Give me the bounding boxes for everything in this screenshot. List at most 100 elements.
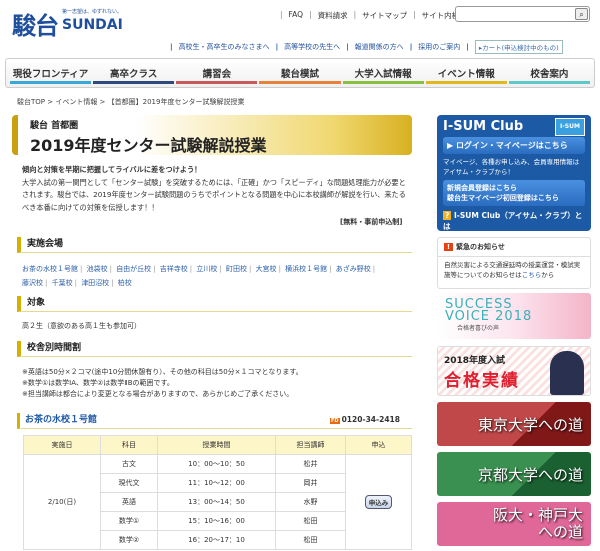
banner-text: 東京大学への道: [477, 415, 583, 434]
venue-link[interactable]: 津田沼校: [81, 279, 109, 287]
banner-text: 合格実績: [444, 371, 520, 391]
tagline: 第一志望は、ゆずれない。: [62, 9, 123, 15]
venue-link[interactable]: 千葉校: [52, 279, 73, 287]
venue-link[interactable]: 藤沢校: [22, 279, 43, 287]
breadcrumb[interactable]: 駿台TOP > イベント情報 > 【首都圏】2019年度センター試験解説授業: [17, 97, 244, 107]
venue-link[interactable]: 吉祥寺校: [160, 265, 188, 273]
time: 13：00～14：50: [157, 492, 276, 512]
col-header: 実施日: [23, 435, 101, 455]
note: ※数学①は数学ⅠA、数学②は数学ⅡBの範囲です。: [22, 379, 174, 387]
nav-label: 講習会: [202, 69, 232, 80]
login-label: ログイン・マイページはこちら: [455, 141, 568, 150]
isum-about-link[interactable]: ? I-SUM Club（アイサム・クラブ）とは: [443, 210, 585, 232]
search-input[interactable]: ⌕: [455, 6, 590, 22]
search-icon[interactable]: ⌕: [575, 8, 588, 20]
isum-club-panel: I-SUM Club I-SUM ▶ ログイン・マイページはこちら マイページ、…: [437, 115, 591, 231]
notice-title: 緊急のお知らせ: [456, 243, 505, 251]
target-text: 高２生（意欲のある高１生も参加可）: [22, 322, 141, 330]
register-button[interactable]: 新規会員登録はこちら 駿台生マイページ初回登録はこちら: [443, 180, 585, 206]
teacher: 水野: [275, 492, 346, 512]
venue-link[interactable]: 池袋校: [87, 265, 108, 273]
intro: 傾向と対策を早期に把握してライバルに差をつけよう！ 大学入試の第一関門として「セ…: [22, 164, 412, 214]
venue-link[interactable]: 自由が丘校: [116, 265, 151, 273]
link-request[interactable]: 資料請求: [318, 10, 348, 21]
timetable: 実施日 科目 授業時間 担当講師 申込 2/10(日) 古文 10：00～10：…: [23, 435, 412, 550]
subject: 古文: [100, 454, 158, 474]
logo[interactable]: 駿台: [12, 6, 59, 41]
apply-cell: 申込み: [345, 454, 412, 550]
time: 16：20～17：10: [157, 530, 276, 550]
nav-underline: [176, 81, 258, 84]
col-header: 授業時間: [157, 435, 276, 455]
nav-frontier[interactable]: 現役フロンティア: [10, 59, 92, 87]
time: 15：10～16：00: [157, 511, 276, 531]
table-row: 2/10(日) 古文 10：00～10：50 松井 申込み: [23, 454, 412, 550]
osaka-kobe-banner[interactable]: 阪大・神戸大 への道: [437, 502, 591, 546]
nav-campus[interactable]: 校舎案内: [508, 59, 590, 87]
teacher: 岡井: [275, 473, 346, 493]
subject: 現代文: [100, 473, 158, 493]
banner-text: 合格者喜びの声: [457, 325, 500, 332]
link-recruit[interactable]: 採用のご案内: [418, 42, 460, 52]
time: 10：00～10：50: [157, 454, 276, 474]
top-links: | FAQ | 資料請求 | サイトマップ | サイト内検索：: [280, 10, 475, 21]
nav-label: 現役フロンティア: [12, 69, 89, 80]
page-title: 2019年度センター試験解説授業: [30, 136, 267, 155]
register-label: 新規会員登録はこちら: [447, 184, 517, 192]
venue-link[interactable]: 大宮校: [256, 265, 277, 273]
subject: 英語: [100, 492, 158, 512]
link-students[interactable]: 高校生・高卒生のみなさまへ: [179, 42, 270, 52]
time: 11：10～12：00: [157, 473, 276, 493]
link-teachers[interactable]: 高等学校の先生へ: [284, 42, 340, 52]
cart-button[interactable]: ▸カート(申込検討中のもの): [474, 40, 563, 54]
subject: 数学①: [100, 511, 158, 531]
venue-link[interactable]: 横浜校１号館: [285, 265, 327, 273]
venue-link[interactable]: あざみ野校: [336, 265, 371, 273]
results-banner[interactable]: 2018年度入試 合格実績: [437, 346, 591, 396]
phone-number: 0120-34-2418: [341, 415, 400, 424]
banner-text: 阪大・神戸大: [492, 506, 583, 524]
logo-text[interactable]: SUNDAI: [62, 17, 123, 33]
intro-body: 大学入試の第一関門として「センター試験」を突破するためには、「正確」かつ「スピー…: [22, 177, 406, 212]
teacher: 松田: [275, 530, 346, 550]
banner-text: 京都大学への道: [477, 465, 583, 484]
venue-link[interactable]: 町田校: [226, 265, 247, 273]
link-sitemap[interactable]: サイトマップ: [362, 10, 407, 21]
venue-link[interactable]: お茶の水校１号館: [22, 265, 78, 273]
nav-exam-info[interactable]: 大学入試情報: [342, 59, 424, 87]
note: ※担当講師は都合により変更となる場合がありますので、あらかじめご了承ください。: [22, 390, 294, 398]
section-heading-venues: 実施会場: [17, 237, 412, 253]
tokyo-univ-banner[interactable]: 東京大学への道: [437, 402, 591, 446]
link-faq[interactable]: FAQ: [289, 10, 304, 21]
venue-link[interactable]: 柏校: [118, 279, 132, 287]
section-heading-target: 対象: [17, 296, 412, 312]
schedule-notes: ※英語は50分×２コマ(途中10分間休憩有り）、その他の科目は50分×１コマとな…: [22, 367, 303, 400]
login-button[interactable]: ▶ ログイン・マイページはこちら: [443, 137, 585, 154]
free-dial-icon: FD: [330, 418, 340, 424]
nav-koushukai[interactable]: 講習会: [176, 59, 258, 87]
notice-link[interactable]: こちら: [522, 271, 542, 279]
nav-underline: [259, 81, 341, 84]
nav-label: 大学入試情報: [354, 69, 412, 80]
register-label-2: 駿台生マイページ初回登録はこちら: [447, 194, 559, 202]
nav-events[interactable]: イベント情報: [425, 59, 507, 87]
kyoto-univ-banner[interactable]: 京都大学への道: [437, 452, 591, 496]
venue-link[interactable]: 立川校: [196, 265, 217, 273]
apply-button[interactable]: 申込み: [364, 495, 393, 509]
emergency-notice: ! 緊急のお知らせ 自然災害による交通遅延時の授業運営・模試実施等についてのお知ら…: [437, 237, 591, 289]
banner-text: 2018年度入試: [444, 356, 506, 366]
nav-moshi[interactable]: 駿台模試: [259, 59, 341, 87]
section-heading-schedule: 校舎別時間割: [17, 341, 412, 357]
col-header: 申込: [345, 435, 412, 455]
about-label: I-SUM Club（アイサム・クラブ）とは: [443, 211, 583, 231]
notice-body: 自然災害による交通遅延時の授業運営・模試実施等についてのお知らせは: [444, 261, 581, 279]
nav-kousotsu[interactable]: 高卒クラス: [93, 59, 175, 87]
col-header: 担当講師: [275, 435, 346, 455]
note: ※英語は50分×２コマ(途中10分間休憩有り）、その他の科目は50分×１コマとな…: [22, 368, 303, 376]
nav-underline: [93, 81, 175, 84]
alert-icon: !: [444, 243, 453, 251]
notice-tail: から: [541, 271, 555, 279]
link-press[interactable]: 報道関係の方へ: [355, 42, 404, 52]
teacher: 松井: [275, 454, 346, 474]
success-voice-banner[interactable]: SUCCESS VOICE 2018 合格者喜びの声: [437, 293, 591, 339]
